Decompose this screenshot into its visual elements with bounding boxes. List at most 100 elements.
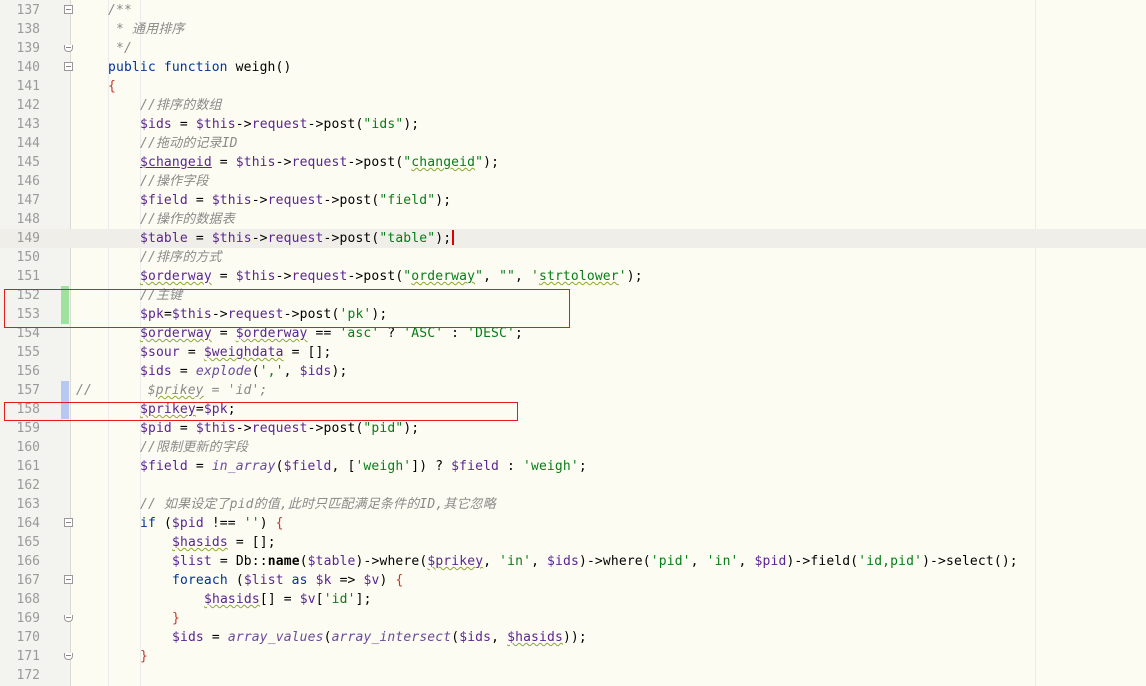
code-text[interactable]: $changeid = $this->request->post("change… — [140, 153, 499, 172]
code-line[interactable]: 160 //限制更新的字段 — [0, 438, 1146, 457]
code-line[interactable]: 146 //操作字段 — [0, 172, 1146, 191]
fold-end-icon[interactable] — [64, 615, 73, 622]
vcs-modified-marker[interactable] — [61, 381, 69, 400]
code-token: = []; — [227, 535, 276, 550]
code-text[interactable]: //限制更新的字段 — [140, 438, 248, 457]
code-text[interactable]: $table = $this->request->post("table"); — [140, 229, 455, 248]
code-line[interactable]: 169} — [0, 609, 1146, 628]
code-line[interactable]: 138 * 通用排序 — [0, 20, 1146, 39]
code-token: ( — [251, 364, 260, 379]
code-text[interactable]: foreach ($list as $k => $v) { — [172, 571, 403, 590]
code-token: $hasids — [507, 630, 563, 645]
code-line[interactable]: 143 $ids = $this->request->post("ids"); — [0, 115, 1146, 134]
code-line[interactable]: 137 /** — [0, 1, 1146, 20]
code-line[interactable]: 155 $sour = $weighdata = []; — [0, 343, 1146, 362]
code-line[interactable]: 148 //操作的数据表 — [0, 210, 1146, 229]
code-line[interactable]: 165 $hasids = []; — [0, 533, 1146, 552]
code-text[interactable]: */ — [108, 39, 132, 58]
code-line[interactable]: 157 // $prikey = 'id'; — [0, 381, 1146, 400]
code-token: ); — [331, 364, 348, 379]
code-line[interactable]: 151 $orderway = $this->request->post("ord… — [0, 267, 1146, 286]
code-text[interactable]: //拖动的记录ID — [140, 134, 238, 153]
code-line[interactable]: 168 $hasids[] = $v['id']; — [0, 590, 1146, 609]
code-token: 'in' — [706, 554, 739, 569]
code-token: //排序的方式 — [140, 250, 222, 265]
line-number: 147 — [16, 193, 40, 208]
code-text[interactable]: } — [172, 609, 180, 628]
code-token: $this — [195, 421, 236, 436]
code-text[interactable]: $ids = explode(',', $ids); — [140, 362, 347, 381]
code-text[interactable]: } — [140, 647, 148, 666]
code-line[interactable]: 147 $field = $this->request->post("field"… — [0, 191, 1146, 210]
code-line[interactable]: 140 public function weigh() — [0, 58, 1146, 77]
code-token: array_values — [227, 630, 324, 645]
code-token: )->where( — [355, 554, 428, 569]
code-line[interactable]: 163 // 如果设定了pid的值,此时只匹配满足条件的ID,其它忽略 — [0, 495, 1146, 514]
code-line[interactable]: 144 //拖动的记录ID — [0, 134, 1146, 153]
code-token: , — [531, 554, 548, 569]
fold-toggle-icon[interactable] — [64, 575, 73, 584]
code-line[interactable]: 171} — [0, 647, 1146, 666]
fold-end-icon[interactable] — [64, 653, 73, 660]
code-line[interactable]: 149 $table = $this->request->post("table"… — [0, 229, 1146, 248]
code-text[interactable]: /** — [108, 1, 132, 20]
code-token: $field — [451, 459, 500, 474]
code-token: request — [267, 231, 324, 246]
code-text[interactable]: $field = $this->request->post("field"); — [140, 191, 451, 210]
code-text[interactable]: $sour = $weighdata = []; — [140, 343, 331, 362]
code-editor[interactable]: 137/** 138 * 通用排序 139 */140 public function… — [0, 0, 1146, 686]
fold-toggle-icon[interactable] — [64, 62, 73, 71]
code-line[interactable]: 156 $ids = explode(',', $ids); — [0, 362, 1146, 381]
code-line[interactable]: 166 $list = Db::name($table)->where($prik… — [0, 552, 1146, 571]
code-line[interactable]: 139 */ — [0, 39, 1146, 58]
code-token: //操作字段 — [140, 174, 209, 189]
code-token: $sour — [140, 345, 180, 360]
code-line[interactable]: 145 $changeid = $this->request->post("cha… — [0, 153, 1146, 172]
code-token: ); — [626, 269, 643, 284]
code-text[interactable]: if ($pid !== '') { — [140, 514, 284, 533]
code-line[interactable]: 172 — [0, 666, 1146, 685]
code-text[interactable]: $ids = array_values(array_intersect($ids… — [172, 628, 587, 647]
code-token: function — [163, 60, 236, 75]
code-line[interactable]: 141 { — [0, 77, 1146, 96]
code-text[interactable]: //排序的方式 — [140, 248, 222, 267]
code-text[interactable]: public function weigh() — [108, 58, 291, 77]
fold-end-icon[interactable] — [64, 45, 73, 52]
code-text[interactable]: $hasids[] = $v['id']; — [204, 590, 372, 609]
code-text[interactable]: { — [108, 77, 116, 96]
code-token: -> — [251, 193, 268, 208]
code-line[interactable]: 162 — [0, 476, 1146, 495]
code-line[interactable]: 161 $field = in_array($field, ['weigh']) … — [0, 457, 1146, 476]
code-token: $table — [307, 554, 356, 569]
code-text[interactable]: $field = in_array($field, ['weigh']) ? $… — [140, 457, 587, 476]
code-text[interactable]: $list = Db::name($table)->where($prikey,… — [172, 552, 1018, 571]
code-token: 'asc' — [339, 326, 380, 341]
code-line[interactable]: 170 $ids = array_values(array_intersect($… — [0, 628, 1146, 647]
code-token: => — [331, 573, 364, 588]
code-text[interactable]: * 通用排序 — [108, 20, 185, 39]
code-token: -> — [347, 269, 364, 284]
code-token: weigh() — [235, 60, 292, 75]
code-text[interactable]: // 如果设定了pid的值,此时只匹配满足条件的ID,其它忽略 — [140, 495, 496, 514]
code-token: ]; — [355, 592, 372, 607]
code-text[interactable]: $hasids = []; — [172, 533, 276, 552]
code-text[interactable]: //操作的数据表 — [140, 210, 235, 229]
code-text[interactable]: $ids = $this->request->post("ids"); — [140, 115, 419, 134]
code-line[interactable]: 167 foreach ($list as $k => $v) { — [0, 571, 1146, 590]
code-line[interactable]: 142 //排序的数组 — [0, 96, 1146, 115]
line-number: 146 — [16, 174, 40, 189]
fold-toggle-icon[interactable] — [64, 5, 73, 14]
code-text[interactable]: $pid = $this->request->post("pid"); — [140, 419, 419, 438]
code-text[interactable]: //排序的数组 — [140, 96, 222, 115]
code-token: $ — [147, 383, 156, 398]
code-text[interactable]: // $prikey = 'id'; — [76, 381, 267, 400]
fold-toggle-icon[interactable] — [64, 518, 73, 527]
code-token: $pid — [140, 421, 172, 436]
code-text[interactable]: //操作字段 — [140, 172, 209, 191]
line-number: 145 — [16, 155, 40, 170]
code-line[interactable]: 159 $pid = $this->request->post("pid"); — [0, 419, 1146, 438]
code-text[interactable]: $orderway = $this->request->post("orderw… — [140, 267, 643, 286]
code-token: [] = — [259, 592, 300, 607]
code-line[interactable]: 150 //排序的方式 — [0, 248, 1146, 267]
code-line[interactable]: 164 if ($pid !== '') { — [0, 514, 1146, 533]
